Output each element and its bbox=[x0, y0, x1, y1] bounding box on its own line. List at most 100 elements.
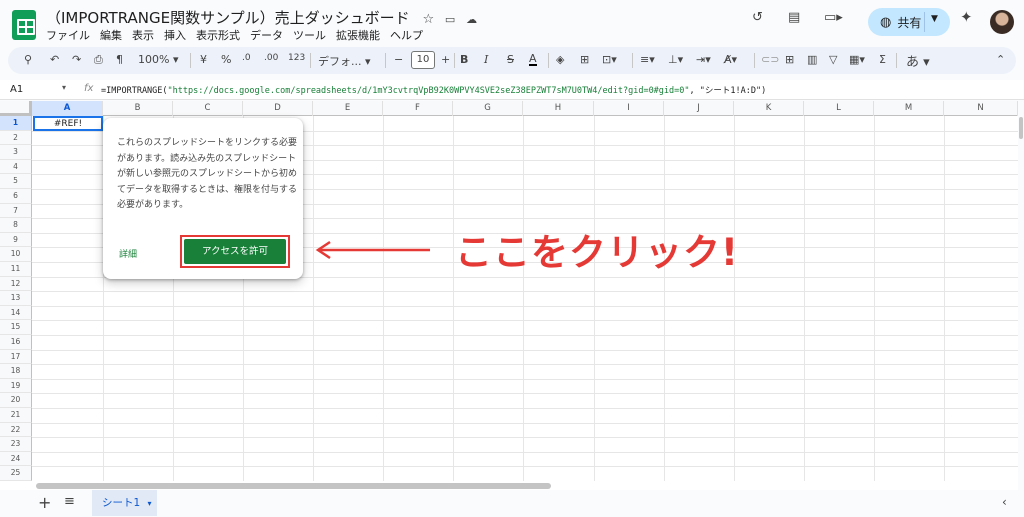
strikethrough-button[interactable]: S bbox=[507, 53, 514, 66]
column-header-h[interactable]: H bbox=[523, 101, 594, 116]
input-tools-button[interactable]: あ ▾ bbox=[906, 51, 930, 70]
column-header-e[interactable]: E bbox=[313, 101, 383, 116]
row-header[interactable]: 11 bbox=[0, 262, 32, 277]
row-header[interactable]: 25 bbox=[0, 466, 32, 481]
add-sheet-icon[interactable]: + bbox=[38, 493, 51, 512]
percent-format-button[interactable]: % bbox=[221, 53, 231, 66]
menu-edit[interactable]: 編集 bbox=[100, 27, 122, 43]
side-panel-toggle-icon[interactable]: ‹ bbox=[1002, 495, 1007, 509]
italic-button[interactable]: I bbox=[484, 53, 488, 66]
horizontal-scroll-thumb[interactable] bbox=[36, 483, 551, 489]
column-header-g[interactable]: G bbox=[453, 101, 523, 116]
text-rotation-icon[interactable]: A̸▾ bbox=[724, 53, 737, 66]
decrease-font-size-button[interactable]: − bbox=[394, 53, 403, 66]
menu-file[interactable]: ファイル bbox=[46, 27, 90, 43]
share-button[interactable]: ◍ 共有 ▼ bbox=[868, 8, 950, 36]
menu-extensions[interactable]: 拡張機能 bbox=[336, 27, 380, 43]
more-formats-button[interactable]: 123 bbox=[288, 53, 305, 63]
row-header[interactable]: 17 bbox=[0, 349, 32, 365]
print-icon[interactable]: ⎙ bbox=[94, 53, 103, 67]
gemini-icon[interactable]: ✦ bbox=[960, 8, 973, 26]
star-icon[interactable]: ☆ bbox=[422, 12, 434, 27]
row-header[interactable]: 5 bbox=[0, 174, 32, 189]
font-select[interactable]: デフォ... ▾ bbox=[318, 53, 371, 69]
row-header[interactable]: 15 bbox=[0, 320, 32, 335]
vertical-scroll-thumb[interactable] bbox=[1019, 117, 1023, 139]
row-header[interactable]: 6 bbox=[0, 189, 32, 204]
row-header[interactable]: 8 bbox=[0, 218, 32, 233]
fill-color-icon[interactable]: ◈ bbox=[556, 53, 564, 66]
cloud-status-icon[interactable]: ☁ bbox=[466, 13, 477, 26]
name-box[interactable]: A1 bbox=[10, 84, 23, 95]
row-header[interactable]: 23 bbox=[0, 437, 32, 452]
row-header[interactable]: 10 bbox=[0, 247, 32, 262]
bold-button[interactable]: B bbox=[460, 53, 468, 66]
avatar[interactable] bbox=[990, 10, 1014, 34]
zoom-select[interactable]: 100% ▾ bbox=[138, 53, 178, 66]
comments-icon[interactable]: ▤ bbox=[788, 10, 800, 25]
row-header[interactable]: 14 bbox=[0, 305, 32, 321]
row-header[interactable]: 2 bbox=[0, 130, 32, 146]
row-header[interactable]: 12 bbox=[0, 276, 32, 292]
row-header[interactable]: 22 bbox=[0, 422, 32, 438]
row-header[interactable]: 13 bbox=[0, 291, 32, 306]
name-box-dropdown-icon[interactable]: ▾ bbox=[62, 83, 66, 92]
vertical-align-icon[interactable]: ⊥▾ bbox=[668, 53, 683, 66]
menu-format[interactable]: 表示形式 bbox=[196, 27, 240, 43]
details-link[interactable]: 詳細 bbox=[119, 247, 137, 260]
row-header[interactable]: 18 bbox=[0, 364, 32, 379]
column-header-d[interactable]: D bbox=[243, 101, 313, 116]
collapse-toolbar-icon[interactable]: ⌃ bbox=[996, 53, 1005, 66]
row-header[interactable]: 19 bbox=[0, 378, 32, 394]
share-dropdown-icon[interactable]: ▼ bbox=[931, 14, 938, 24]
column-header-m[interactable]: M bbox=[874, 101, 944, 116]
text-wrapping-icon[interactable]: ⇥▾ bbox=[696, 53, 711, 66]
column-header-a[interactable]: A bbox=[32, 101, 103, 116]
row-header[interactable]: 3 bbox=[0, 145, 32, 160]
redo-icon[interactable]: ↷ bbox=[72, 53, 81, 66]
column-header-c[interactable]: C bbox=[173, 101, 243, 116]
menu-tools[interactable]: ツール bbox=[293, 27, 326, 43]
move-folder-icon[interactable]: ▭ bbox=[445, 13, 455, 26]
font-size-input[interactable]: 10 bbox=[411, 51, 435, 69]
menu-data[interactable]: データ bbox=[250, 27, 283, 43]
menu-view[interactable]: 表示 bbox=[132, 27, 154, 43]
insert-chart-icon[interactable]: ▥ bbox=[807, 53, 817, 66]
filter-icon[interactable]: ▽ bbox=[829, 53, 837, 66]
row-header[interactable]: 21 bbox=[0, 408, 32, 423]
select-all-corner[interactable] bbox=[0, 101, 32, 116]
column-header-k[interactable]: K bbox=[734, 101, 804, 116]
sheets-logo-icon[interactable] bbox=[12, 10, 36, 40]
sheet-tab-dropdown-icon[interactable]: ▾ bbox=[148, 499, 152, 508]
borders-icon[interactable]: ⊞ bbox=[580, 53, 589, 66]
search-menus-icon[interactable]: ⚲ bbox=[24, 53, 32, 66]
column-header-n[interactable]: N bbox=[944, 101, 1018, 116]
functions-icon[interactable]: Σ bbox=[879, 53, 886, 66]
column-header-l[interactable]: L bbox=[804, 101, 874, 116]
increase-font-size-button[interactable]: + bbox=[441, 53, 450, 66]
formula-input[interactable]: =IMPORTRANGE("https://docs.google.com/sp… bbox=[101, 84, 766, 96]
row-header[interactable]: 20 bbox=[0, 393, 32, 408]
column-header-j[interactable]: J bbox=[664, 101, 734, 116]
horizontal-align-icon[interactable]: ≡▾ bbox=[640, 53, 655, 66]
merge-cells-icon[interactable]: ⊡▾ bbox=[602, 53, 617, 66]
vertical-scrollbar[interactable] bbox=[1018, 101, 1024, 481]
increase-decimal-button[interactable]: .00 bbox=[264, 53, 278, 63]
currency-format-button[interactable]: ¥ bbox=[200, 53, 207, 66]
version-history-icon[interactable]: ↺ bbox=[752, 10, 763, 25]
row-header[interactable]: 16 bbox=[0, 335, 32, 350]
row-header[interactable]: 9 bbox=[0, 232, 32, 248]
undo-icon[interactable]: ↶ bbox=[50, 53, 59, 66]
insert-comment-icon[interactable]: ⊞ bbox=[785, 53, 794, 66]
paint-format-icon[interactable]: ¶ bbox=[116, 53, 123, 66]
menu-help[interactable]: ヘルプ bbox=[390, 27, 423, 43]
menu-insert[interactable]: 挿入 bbox=[164, 27, 186, 43]
column-header-b[interactable]: B bbox=[103, 101, 173, 116]
insert-link-icon[interactable]: ⊂⊃ bbox=[761, 53, 779, 66]
sheet-tab[interactable]: シート1 ▾ bbox=[92, 490, 157, 516]
allow-access-button[interactable]: アクセスを許可 bbox=[184, 239, 286, 264]
column-header-i[interactable]: I bbox=[594, 101, 664, 116]
meet-icon[interactable]: ▭▸ bbox=[824, 10, 843, 25]
cell-a1[interactable]: #REF! bbox=[33, 116, 103, 131]
row-header[interactable]: 1 bbox=[0, 116, 32, 131]
